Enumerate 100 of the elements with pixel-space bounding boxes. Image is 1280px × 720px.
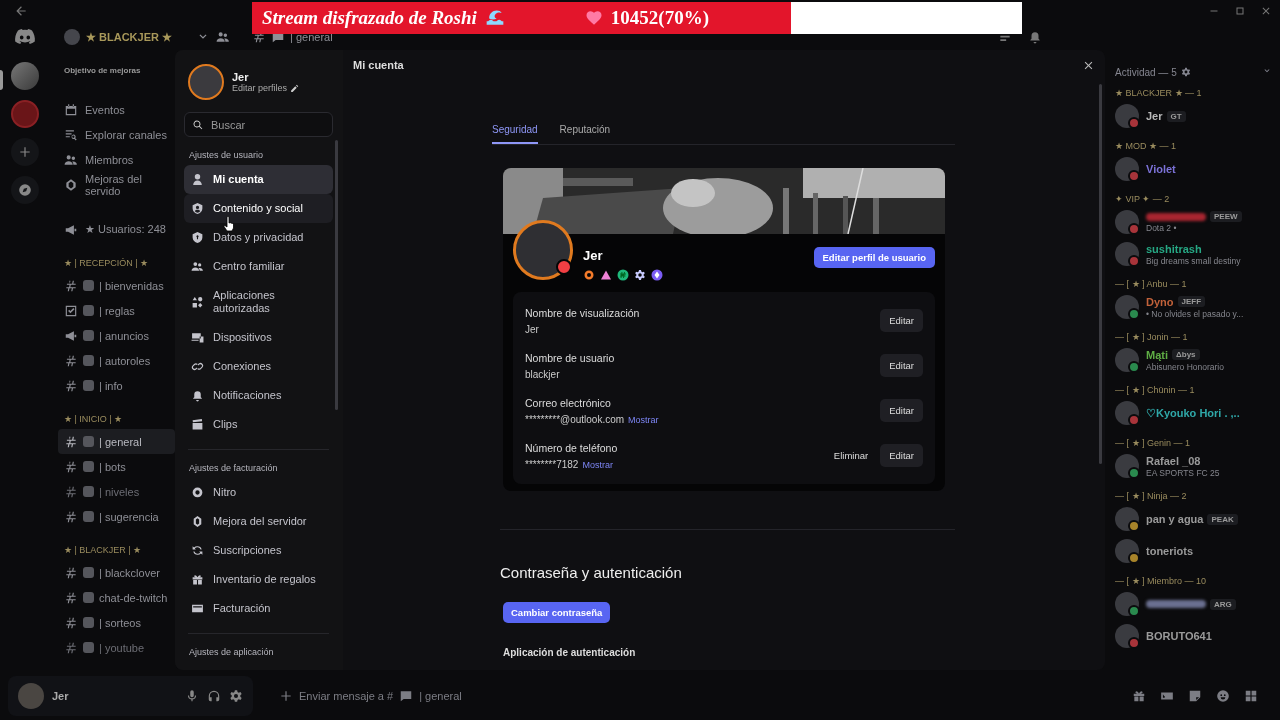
settings-nav-item[interactable]: Mi cuenta: [184, 165, 333, 194]
headset-icon[interactable]: [207, 689, 221, 703]
server-name[interactable]: ★ BLACKJER ★: [86, 30, 172, 44]
member-name[interactable]: Jer: [1146, 110, 1163, 122]
settings-nav-item[interactable]: Inventario de regalos: [184, 565, 333, 594]
settings-nav-item[interactable]: Mejora del servidor: [184, 507, 333, 536]
triangle-badge-icon[interactable]: [600, 269, 612, 281]
settings-nav-item[interactable]: Suscripciones: [184, 536, 333, 565]
discover-button[interactable]: [11, 176, 39, 204]
member-name[interactable]: Dyno: [1146, 295, 1174, 308]
member-name[interactable]: sushitrash: [1146, 242, 1202, 255]
guild-tag: PEEW: [1210, 211, 1242, 222]
avatar[interactable]: [1115, 454, 1139, 478]
hash-icon: [64, 590, 78, 605]
avatar[interactable]: [1115, 507, 1139, 531]
reveal-link[interactable]: Mostrar: [628, 414, 659, 425]
scrollbar-thumb[interactable]: [335, 140, 338, 410]
channel-item[interactable]: | reglas: [58, 298, 175, 323]
edit-button[interactable]: Editar: [880, 444, 923, 467]
channel-item[interactable]: | bots: [58, 454, 175, 479]
field-label: Nombre de usuario: [525, 351, 615, 364]
diamond-badge-icon[interactable]: [651, 269, 663, 281]
avatar[interactable]: [1115, 592, 1139, 616]
stat-channel[interactable]: ★ Usuarios: 248: [85, 223, 166, 236]
maximize-icon[interactable]: [1234, 5, 1246, 17]
channel-item[interactable]: chat-de-twitch: [58, 585, 175, 610]
avatar[interactable]: [1115, 242, 1139, 266]
people-icon[interactable]: [216, 30, 230, 44]
edit-button[interactable]: Editar: [880, 354, 923, 377]
scrollbar-thumb[interactable]: [1099, 84, 1102, 464]
category-header[interactable]: ★ | RECEPCIÓN | ★: [64, 258, 175, 268]
gear-icon[interactable]: [1180, 67, 1191, 77]
settings-nav-item[interactable]: Contenido y social: [184, 194, 333, 223]
channel-item[interactable]: | autoroles: [58, 348, 175, 373]
category-header[interactable]: ★ | BLACKJER | ★: [64, 545, 175, 555]
settings-nav-item[interactable]: Conexiones: [184, 352, 333, 381]
settings-icon[interactable]: [229, 689, 243, 703]
menu-item[interactable]: Explorar canales: [85, 128, 167, 141]
hash-badge-icon[interactable]: [617, 269, 629, 281]
close-icon[interactable]: [1260, 5, 1272, 17]
avatar[interactable]: [1115, 348, 1139, 372]
people-icon: [64, 152, 78, 167]
settings-nav-item[interactable]: Datos y privacidad: [184, 223, 333, 252]
mic-icon[interactable]: [185, 689, 199, 703]
reveal-link[interactable]: Mostrar: [582, 459, 613, 470]
user-name[interactable]: Jer: [52, 690, 177, 702]
channel-item[interactable]: | sugerencia: [58, 504, 175, 529]
nitro-badge-icon[interactable]: [583, 269, 595, 281]
tab[interactable]: Seguridad: [492, 124, 538, 144]
member-name[interactable]: ♡Kyouko Hori . ,..: [1146, 406, 1240, 420]
member-name[interactable]: toneriots: [1146, 545, 1194, 557]
member-name[interactable]: Mąti: [1146, 348, 1168, 361]
bell-icon[interactable]: [1028, 30, 1042, 44]
edit-profile-button[interactable]: Editar perfil de usuario: [813, 247, 935, 268]
avatar[interactable]: [1115, 295, 1139, 319]
avatar[interactable]: [1115, 210, 1139, 234]
settings-nav-item[interactable]: Aplicaciones autorizadas: [184, 281, 333, 323]
member-name[interactable]: Rafael _08: [1146, 454, 1201, 467]
channel-item[interactable]: | youtube: [58, 635, 175, 660]
channel-item[interactable]: | bienvenidas: [58, 273, 175, 298]
tab[interactable]: Reputación: [559, 124, 611, 144]
remove-link[interactable]: Eliminar: [833, 450, 869, 461]
edit-button[interactable]: Editar: [880, 399, 923, 422]
back-icon[interactable]: [14, 4, 28, 18]
avatar[interactable]: [1115, 157, 1139, 181]
member-name[interactable]: Violet: [1146, 163, 1176, 175]
menu-item[interactable]: Mejoras del servido: [85, 172, 175, 197]
avatar[interactable]: [1115, 624, 1139, 648]
settings-nav-item[interactable]: Facturación: [184, 594, 333, 623]
avatar[interactable]: [513, 220, 573, 280]
edit-profiles-link[interactable]: Editar perfiles: [232, 83, 288, 93]
channel-item[interactable]: | niveles: [58, 479, 175, 504]
avatar[interactable]: [188, 64, 224, 100]
settings-nav-item[interactable]: Centro familiar: [184, 252, 333, 281]
boost-goal[interactable]: Objetivo de mejoras: [64, 66, 175, 75]
menu-item[interactable]: Eventos: [85, 103, 125, 116]
category-header[interactable]: ★ | INICIO | ★: [64, 414, 175, 424]
channel-item[interactable]: | blackclover: [58, 560, 175, 585]
change-password-button[interactable]: Cambiar contraseña: [503, 602, 611, 623]
menu-item[interactable]: Miembros: [85, 153, 134, 166]
avatar[interactable]: [1115, 401, 1139, 425]
gear-badge-icon[interactable]: [634, 269, 646, 281]
channel-item[interactable]: | info: [58, 373, 175, 398]
channel-item[interactable]: | general: [58, 429, 175, 454]
message-field[interactable]: Enviar mensaje a # | general: [267, 679, 1270, 713]
settings-nav-item[interactable]: Nitro: [184, 478, 333, 507]
member-name[interactable]: BORUTO641: [1146, 630, 1212, 642]
settings-nav-item[interactable]: Dispositivos: [184, 323, 333, 352]
server-icon[interactable]: [11, 62, 39, 90]
person-icon: [191, 173, 204, 186]
add-server-button[interactable]: [11, 138, 39, 166]
channel-item[interactable]: | anuncios: [58, 323, 175, 348]
avatar[interactable]: [1115, 104, 1139, 128]
settings-nav-item[interactable]: Clips: [184, 410, 333, 439]
channel-item[interactable]: | sorteos: [58, 610, 175, 635]
settings-nav-item[interactable]: Notificaciones: [184, 381, 333, 410]
avatar[interactable]: [1115, 539, 1139, 563]
member-name[interactable]: pan y agua: [1146, 513, 1204, 525]
search-field[interactable]: Buscar: [184, 112, 333, 137]
edit-button[interactable]: Editar: [880, 309, 923, 332]
